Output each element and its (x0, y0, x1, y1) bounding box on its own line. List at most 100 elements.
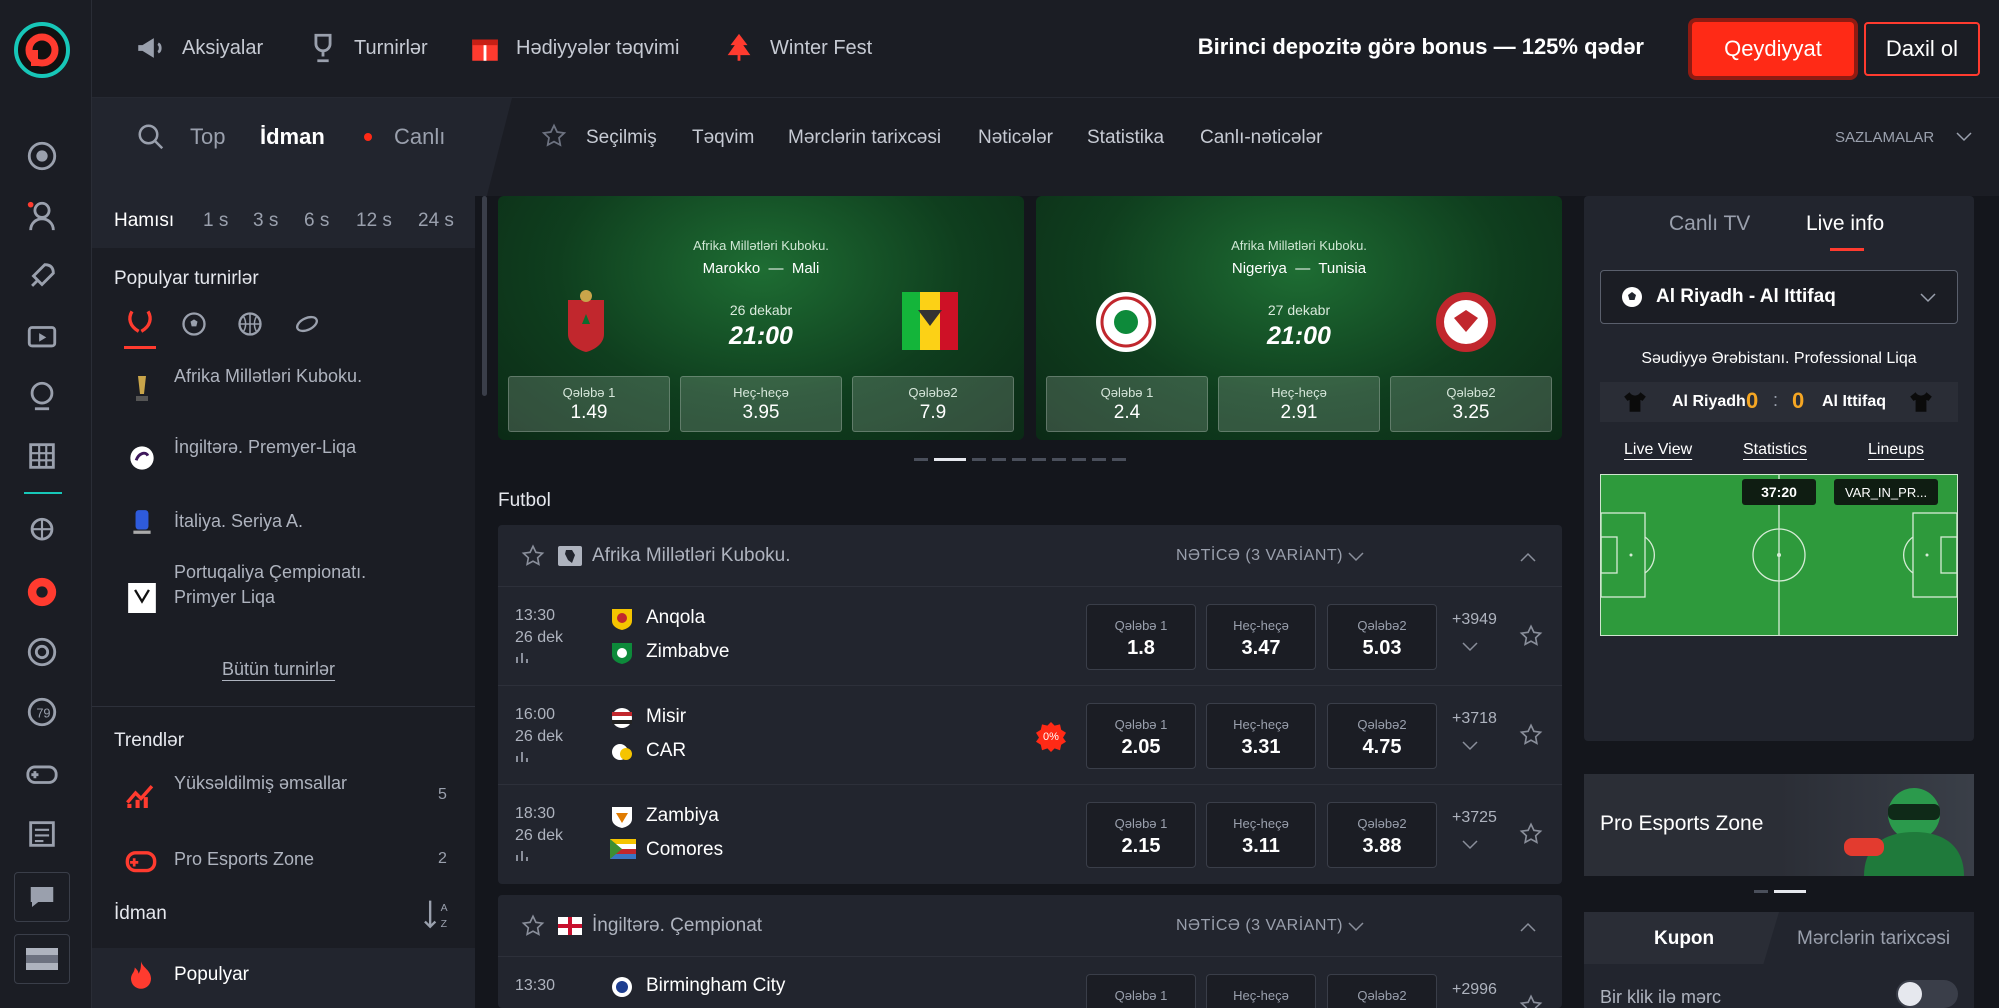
target-icon[interactable] (24, 634, 60, 670)
more-markets-count[interactable]: +2996 (1452, 981, 1497, 999)
stats-icon[interactable] (515, 650, 529, 664)
league-header[interactable]: Afrika Millətləri Kuboku. NƏTİCƏ (3 VARİ… (498, 525, 1562, 587)
basketball-icon[interactable] (236, 310, 264, 338)
link-results[interactable]: Nəticələr (978, 127, 1053, 149)
register-button[interactable]: Qeydiyyat (1692, 22, 1854, 76)
basketball-live-icon[interactable] (24, 514, 60, 550)
odd-away-win[interactable]: Qələbə2 5.03 (1327, 604, 1437, 670)
link-favorites[interactable]: Seçilmiş (586, 127, 657, 149)
time-filter-12h[interactable]: 12 s (356, 210, 392, 232)
carousel-dot[interactable] (1052, 458, 1066, 461)
carousel-dot-active[interactable] (934, 458, 966, 461)
all-tournaments-link[interactable]: Bütün turnirlər (222, 659, 335, 680)
odd-away-win[interactable]: Qələbə2 4.75 (1327, 703, 1437, 769)
link-live-statistics[interactable]: Statistics (1743, 441, 1807, 459)
sort-az-icon[interactable]: AZ (422, 898, 454, 932)
carousel-dot[interactable] (1754, 890, 1768, 893)
nav-promotions[interactable]: Aksiyalar (134, 30, 263, 66)
carousel-dot[interactable] (1032, 458, 1046, 461)
match-row[interactable]: 16:00 26 dek Misir CAR 0% Qələbə 1 2.05 He… (498, 686, 1562, 785)
odd-home-win[interactable]: Qələbə 1 (1086, 974, 1196, 1008)
trend-pro-esports[interactable]: Pro Esports Zone (174, 847, 384, 872)
banner-odd-draw[interactable]: Heç-heçə 3.95 (680, 376, 842, 432)
favorite-star-icon[interactable] (1518, 623, 1544, 649)
odd-away-win[interactable]: Qələbə2 3.88 (1327, 802, 1437, 868)
favorite-star-icon[interactable] (1518, 722, 1544, 748)
odd-draw[interactable]: Heç-heçə 3.11 (1206, 802, 1316, 868)
carousel-dot[interactable] (992, 458, 1006, 461)
chevron-up-icon[interactable] (1520, 921, 1536, 933)
tab-live-info[interactable]: Live info (1806, 212, 1884, 236)
bingo-icon[interactable] (24, 438, 60, 474)
carousel-dot[interactable] (914, 458, 928, 461)
carousel-dot[interactable] (972, 458, 986, 461)
banner-odd-draw[interactable]: Heç-heçə 2.91 (1218, 376, 1380, 432)
settings-dropdown[interactable]: SAZLAMALAR (1835, 129, 1934, 146)
carousel-dot[interactable] (1012, 458, 1026, 461)
football-icon[interactable] (24, 574, 60, 610)
soccer-ball-icon[interactable] (180, 310, 208, 338)
more-markets-count[interactable]: +3949 (1452, 611, 1497, 629)
star-icon[interactable] (540, 122, 568, 150)
banner-odd-home[interactable]: Qələbə 1 1.49 (508, 376, 670, 432)
chevron-down-icon[interactable] (1920, 292, 1936, 304)
odd-home-win[interactable]: Qələbə 1 1.8 (1086, 604, 1196, 670)
more-markets-count[interactable]: +3725 (1452, 809, 1497, 827)
match-row[interactable]: 13:30 26 dek Anqola Zimbabve Qələbə 1 1.8 … (498, 587, 1562, 686)
favorite-star-icon[interactable] (1518, 993, 1544, 1008)
tab-coupon[interactable]: Kupon (1654, 928, 1714, 950)
tab-top[interactable]: Top (190, 124, 225, 150)
league-header[interactable]: İngiltərə. Çempionat NƏTİCƏ (3 VARİANT) (498, 895, 1562, 957)
chevron-down-icon[interactable] (1956, 130, 1972, 144)
odd-draw[interactable]: Heç-heçə (1206, 974, 1316, 1008)
casino-chip-icon[interactable] (24, 138, 60, 174)
pro-esports-banner[interactable]: Pro Esports Zone (1584, 774, 1974, 876)
odd-draw[interactable]: Heç-heçə 3.31 (1206, 703, 1316, 769)
tab-sport[interactable]: İdman (260, 124, 325, 150)
chevron-down-icon[interactable] (1462, 740, 1478, 752)
gamepad-icon[interactable] (24, 756, 60, 792)
deposit-bonus-promo[interactable]: Birinci depozitə görə bonus — 125% qədər (1198, 34, 1644, 60)
link-statistics[interactable]: Statistika (1087, 127, 1164, 149)
keno-icon[interactable]: 79 (24, 694, 60, 730)
odd-home-win[interactable]: Qələbə 1 2.05 (1086, 703, 1196, 769)
chevron-down-icon[interactable] (1462, 641, 1478, 653)
time-filter-6h[interactable]: 6 s (304, 210, 329, 232)
language-flag-button[interactable] (14, 934, 70, 984)
trend-boosted-odds[interactable]: Yüksəldilmiş əmsallar (174, 771, 384, 796)
carousel-pagination[interactable] (914, 458, 1126, 461)
chevron-down-icon[interactable] (1348, 551, 1364, 563)
tab-coupon-history[interactable]: Mərclərin tarixcəsi (1797, 928, 1950, 950)
carousel-dot[interactable] (1112, 458, 1126, 461)
chevron-up-icon[interactable] (1520, 551, 1536, 563)
stats-icon[interactable] (515, 848, 529, 862)
rocket-icon[interactable] (24, 258, 60, 294)
nav-winter-fest[interactable]: Winter Fest (722, 30, 872, 66)
esports-carousel-dots[interactable] (1754, 890, 1806, 893)
odd-home-win[interactable]: Qələbə 1 2.15 (1086, 802, 1196, 868)
link-bet-history[interactable]: Mərclərin tarixcəsi (788, 127, 941, 149)
odd-away-win[interactable]: Qələbə2 (1327, 974, 1437, 1008)
favorite-star-icon[interactable] (520, 913, 546, 939)
one-click-bet-toggle[interactable] (1896, 980, 1958, 1008)
tournament-serie-a[interactable]: İtaliya. Seriya A. (174, 509, 384, 534)
time-filter-1h[interactable]: 1 s (203, 210, 228, 232)
odd-draw[interactable]: Heç-heçə 3.47 (1206, 604, 1316, 670)
featured-match-banner[interactable]: Afrika Millətləri Kuboku. Marokko — Mali… (498, 196, 1024, 440)
market-selector[interactable]: NƏTİCƏ (3 VARİANT) (1176, 917, 1343, 935)
nav-gift-calendar[interactable]: Hədiyyələr təqvimi (468, 30, 679, 66)
tab-live[interactable]: Canlı (394, 124, 445, 150)
chevron-down-icon[interactable] (1462, 839, 1478, 851)
sidebar-scrollbar[interactable] (482, 196, 487, 396)
favorite-star-icon[interactable] (520, 543, 546, 569)
live-dealer-icon[interactable] (24, 198, 60, 234)
featured-match-banner[interactable]: Afrika Millətləri Kuboku. Nigeriya — Tun… (1036, 196, 1562, 440)
tournament-liga-portugal[interactable]: Portuqaliya Çempionatı. Primyer Liqa (174, 560, 384, 610)
market-selector[interactable]: NƏTİCƏ (3 VARİANT) (1176, 547, 1343, 565)
carousel-dot-active[interactable] (1774, 890, 1806, 893)
nav-tournaments[interactable]: Turnirlər (306, 30, 428, 66)
carousel-dot[interactable] (1092, 458, 1106, 461)
more-markets-count[interactable]: +3718 (1452, 710, 1497, 728)
link-live-view[interactable]: Live View (1624, 441, 1692, 459)
hockey-puck-icon[interactable] (292, 310, 322, 338)
